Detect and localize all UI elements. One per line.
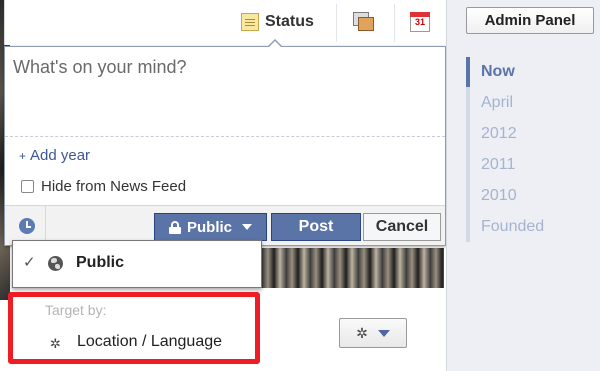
timeline-item-2012[interactable]: 2012 bbox=[481, 125, 517, 143]
privacy-option-public[interactable]: ✓ Public bbox=[13, 241, 261, 286]
target-location-language-label: Location / Language bbox=[77, 333, 223, 350]
lock-icon bbox=[168, 220, 181, 234]
status-composer: +Add year Hide from News Feed Public Pos… bbox=[4, 39, 446, 246]
add-year-plus-icon: + bbox=[19, 149, 27, 163]
event-calendar-icon[interactable]: 31 bbox=[410, 12, 430, 32]
hide-from-news-feed-option[interactable]: Hide from News Feed bbox=[21, 178, 186, 195]
composer-tab-strip: Status 31 bbox=[4, 0, 444, 45]
privacy-selector-label: Public bbox=[186, 218, 232, 236]
gear-icon: ✲ bbox=[356, 324, 368, 341]
background-photo-bottom bbox=[262, 248, 444, 288]
status-input[interactable] bbox=[13, 57, 433, 127]
chevron-down-icon bbox=[242, 224, 252, 230]
composer-footer: Public Post Cancel bbox=[5, 205, 445, 246]
hide-from-news-feed-label: Hide from News Feed bbox=[41, 178, 187, 195]
timeline-item-2011[interactable]: 2011 bbox=[481, 156, 515, 174]
event-calendar-day: 31 bbox=[414, 17, 425, 27]
add-year-label: Add year bbox=[30, 147, 91, 164]
status-icon bbox=[241, 13, 259, 31]
cancel-button[interactable]: Cancel bbox=[363, 213, 441, 241]
clock-icon[interactable] bbox=[19, 218, 35, 234]
timeline-sidebar: Admin Panel Now April 2012 2011 2010 Fou… bbox=[446, 0, 600, 371]
hide-from-news-feed-checkbox[interactable] bbox=[21, 180, 34, 193]
composer-pointer-inner bbox=[268, 41, 282, 48]
target-by-heading: Target by: bbox=[45, 302, 107, 318]
tab-photo[interactable] bbox=[353, 12, 375, 32]
globe-icon bbox=[48, 256, 63, 271]
tab-divider bbox=[336, 4, 337, 42]
timeline-item-now[interactable]: Now bbox=[481, 63, 515, 81]
check-icon: ✓ bbox=[23, 254, 36, 271]
settings-dropdown-button[interactable]: ✲ bbox=[339, 318, 407, 348]
timeline-active-indicator bbox=[466, 57, 470, 87]
add-year-link[interactable]: + Add year bbox=[19, 147, 90, 164]
timeline-item-2010[interactable]: 2010 bbox=[481, 187, 517, 205]
chevron-down-icon bbox=[377, 329, 390, 337]
timeline-item-founded[interactable]: Founded bbox=[481, 218, 544, 236]
photo-icon-front bbox=[358, 17, 374, 31]
tab-status-label: Status bbox=[265, 13, 314, 30]
privacy-option-public-label: Public bbox=[76, 254, 125, 271]
tab-status[interactable]: Status bbox=[241, 8, 314, 36]
post-button[interactable]: Post bbox=[271, 213, 361, 241]
timeline-item-april[interactable]: April bbox=[481, 94, 513, 112]
composer-divider bbox=[5, 136, 445, 137]
privacy-menu: ✓ Public bbox=[12, 240, 262, 288]
gear-icon: ✲ bbox=[50, 336, 61, 351]
tab-divider bbox=[394, 4, 395, 42]
target-location-language-option[interactable]: ✲ Location / Language bbox=[13, 327, 255, 357]
admin-panel-button[interactable]: Admin Panel bbox=[466, 7, 594, 34]
privacy-selector-button[interactable]: Public bbox=[154, 213, 267, 241]
target-by-section-highlight: Target by: ✲ Location / Language bbox=[8, 292, 260, 364]
